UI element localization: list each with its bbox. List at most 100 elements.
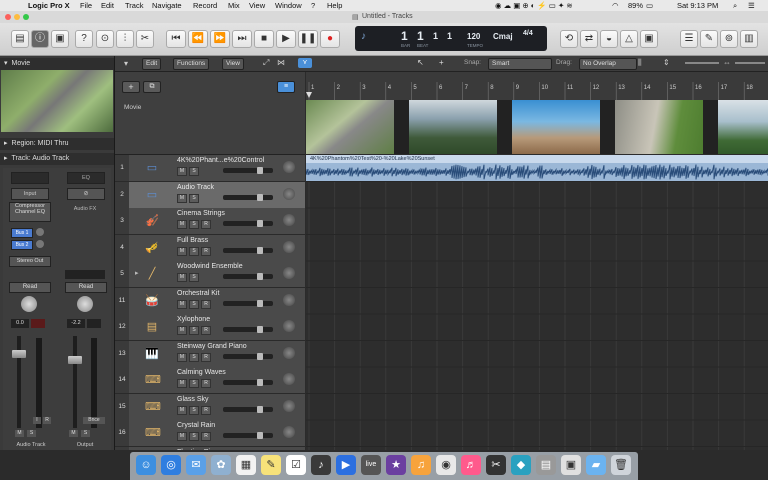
track-solo-button[interactable]: S	[189, 379, 199, 388]
track-mute-button[interactable]: M	[177, 405, 187, 415]
track-name[interactable]: Steinway Grand Piano	[177, 343, 247, 350]
photos-icon[interactable]: ✿	[211, 455, 231, 475]
track-header-row[interactable]: 3 🎻 Cinema Strings M S R	[115, 208, 305, 235]
track-name[interactable]: Calming Waves	[177, 369, 226, 376]
rewind-button[interactable]: ⏪	[188, 30, 208, 48]
track-volume-slider[interactable]	[223, 220, 273, 227]
track-name[interactable]: Orchestral Kit	[177, 290, 219, 297]
editors-button[interactable]: ✂	[136, 30, 154, 48]
final-cut-icon[interactable]: ✂	[486, 455, 506, 475]
send-bus-2[interactable]: Bus 2	[11, 240, 33, 250]
track-name[interactable]: Floating Pianos	[177, 449, 225, 451]
chrome-icon[interactable]: ◉	[436, 455, 456, 475]
imovie-icon[interactable]: ★	[386, 455, 406, 475]
notes-icon[interactable]: ✎	[261, 455, 281, 475]
minimize-window-button[interactable]	[14, 14, 20, 20]
track-volume-slider[interactable]	[223, 167, 273, 174]
link-icon[interactable]: ⊘	[67, 188, 105, 200]
track-volume-slider[interactable]	[223, 193, 273, 201]
menu-file[interactable]: File	[80, 1, 92, 10]
trash-icon[interactable]: 🗑	[611, 455, 631, 475]
horizontal-zoom-slider[interactable]	[735, 62, 765, 64]
track-header-row[interactable]: 11 🥁 Orchestral Kit M S R	[115, 287, 305, 315]
menu-list-icon[interactable]: ☰	[748, 1, 755, 10]
mail-icon[interactable]: ✉	[186, 455, 206, 475]
motion-icon[interactable]: ◆	[511, 455, 531, 475]
region-header[interactable]: ▸ Region: MIDI Thru	[0, 138, 114, 150]
track-volume-slider[interactable]	[223, 299, 273, 307]
menu-navigate[interactable]: Navigate	[152, 1, 182, 10]
drag-select[interactable]: No Overlap	[579, 58, 637, 70]
search-icon[interactable]: ⌕	[733, 1, 737, 11]
eq-slot[interactable]: EQ	[67, 172, 105, 184]
horizontal-zoom-icon[interactable]: ⇔	[723, 58, 731, 67]
metronome-button[interactable]: △	[620, 30, 638, 48]
duplicate-track-button[interactable]: ⧉	[143, 81, 161, 93]
track-name[interactable]: Crystal Rain	[177, 422, 215, 429]
track-volume-handle[interactable]	[257, 220, 263, 227]
movie-thumbnail[interactable]	[1, 70, 113, 132]
track-record-button[interactable]: R	[201, 405, 211, 415]
track-volume-slider[interactable]	[223, 432, 273, 439]
fader-handle-1[interactable]	[12, 350, 26, 358]
menu-edit[interactable]: Edit	[101, 1, 114, 10]
track-solo-button[interactable]: S	[189, 326, 199, 335]
track-mute-button[interactable]: M	[177, 220, 187, 229]
automation-mode-2[interactable]: Read	[65, 282, 107, 293]
track-header-row[interactable]: 4 🎺 Full Brass M S R	[115, 234, 305, 262]
send-knob-1[interactable]	[36, 228, 44, 236]
track-solo-button[interactable]: S	[189, 273, 199, 282]
track-volume-slider[interactable]	[223, 246, 273, 254]
disclosure-triangle-icon[interactable]: ▸	[135, 269, 139, 277]
browsers-button[interactable]: ▥	[740, 30, 758, 48]
track-record-button[interactable]: R	[201, 352, 211, 362]
track-record-button[interactable]: R	[201, 379, 211, 388]
forward-button[interactable]: ⏭	[232, 30, 252, 48]
cycle-button[interactable]: ⟲	[560, 30, 578, 48]
menu-view[interactable]: View	[249, 1, 265, 10]
live-icon[interactable]: live	[361, 455, 381, 475]
go-to-beginning-button[interactable]: ⏮	[166, 30, 186, 48]
track-solo-button[interactable]: S	[189, 167, 199, 176]
count-in-button[interactable]: ▣	[640, 30, 658, 48]
battery-percent[interactable]: 89%	[628, 1, 643, 10]
track-mute-button[interactable]: M	[177, 326, 187, 335]
menu-record[interactable]: Record	[193, 1, 217, 10]
tuner-icon[interactable]: ♪	[361, 31, 366, 42]
edit-menu[interactable]: Edit	[142, 58, 162, 70]
track-record-button[interactable]: R	[201, 220, 211, 229]
bounce-button[interactable]: Bnce	[83, 417, 105, 424]
vertical-zoom-icon[interactable]: ⇕	[663, 58, 670, 67]
track-header-row[interactable]: 15 ⌨ Glass Sky M S R	[115, 393, 305, 421]
close-window-button[interactable]	[5, 14, 11, 20]
track-mute-button[interactable]: M	[177, 432, 187, 441]
menubar-clock[interactable]: Sat 9:13 PM	[677, 1, 718, 10]
track-volume-handle[interactable]	[257, 405, 263, 413]
input-slot[interactable]: Input	[11, 188, 49, 200]
ruler[interactable]: 1 2 3 4 5 6 7 8 9 10 11 12 13 14 15 16 17 18	[306, 72, 768, 101]
track-pan-knob[interactable]	[283, 399, 295, 412]
fast-forward-button[interactable]: ⏩	[210, 30, 230, 48]
setting-slot[interactable]	[11, 172, 49, 184]
track-name[interactable]: Woodwind Ensemble	[177, 263, 243, 270]
track-volume-slider[interactable]	[223, 326, 273, 333]
logic-icon[interactable]: ♪	[311, 455, 331, 475]
pan-knob-1[interactable]	[21, 296, 37, 312]
track-header-row[interactable]: ⌨Floating PianosMSR	[115, 446, 305, 451]
track-name[interactable]: Glass Sky	[177, 396, 209, 403]
app-menu[interactable]: Logic Pro X	[28, 1, 70, 10]
loop-browser-button[interactable]: ⊚	[720, 30, 738, 48]
track-solo-button[interactable]: S	[189, 432, 199, 441]
track-solo-button[interactable]: S	[189, 299, 199, 309]
menu-help[interactable]: Help	[327, 1, 342, 10]
send-knob-2[interactable]	[36, 240, 44, 248]
track-mute-button[interactable]: M	[177, 273, 187, 282]
snap-select[interactable]: Smart	[488, 58, 552, 70]
track-solo-button[interactable]: S	[189, 193, 199, 203]
mute-button-1[interactable]: M	[15, 430, 24, 437]
track-name[interactable]: Cinema Strings	[177, 210, 225, 217]
track-solo-button[interactable]: S	[189, 220, 199, 229]
track-record-button[interactable]: R	[201, 299, 211, 309]
add-track-button[interactable]: +	[122, 81, 140, 93]
track-volume-handle[interactable]	[257, 379, 263, 386]
